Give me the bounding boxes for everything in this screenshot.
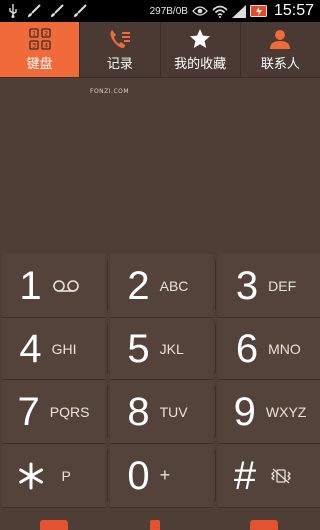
- brush-icon: [73, 4, 87, 18]
- tab-call-log-label: 记录: [106, 56, 133, 72]
- number-display[interactable]: FONZI.COM: [0, 78, 320, 254]
- key-digit: #: [233, 453, 257, 498]
- key-digit: 4: [19, 326, 42, 371]
- bottom-action-bar: [0, 510, 320, 530]
- brush-icon: [50, 4, 64, 18]
- key-letters: MNO: [268, 340, 301, 357]
- key-letters: JKL: [159, 340, 184, 357]
- asterisk-icon: [16, 461, 46, 491]
- network-speed: 297B/0B: [149, 5, 188, 17]
- svg-text:4: 4: [44, 42, 48, 49]
- key-digit: 1: [19, 263, 42, 308]
- call-log-icon: [108, 28, 132, 50]
- key-8[interactable]: 8 TUV: [110, 380, 216, 444]
- svg-text:1: 1: [32, 30, 36, 37]
- tab-favorites[interactable]: 我的收藏: [161, 22, 241, 77]
- key-digit: 2: [127, 263, 150, 308]
- key-6[interactable]: 6 MNO: [218, 318, 320, 380]
- eye-icon: [192, 5, 208, 17]
- key-5[interactable]: 5 JKL: [110, 318, 216, 380]
- key-digit: 7: [17, 389, 40, 434]
- key-4[interactable]: 4 GHI: [2, 318, 108, 380]
- vibrate-off-icon: [270, 468, 306, 484]
- brush-icon: [27, 4, 41, 18]
- key-digit: 3: [235, 263, 259, 308]
- svg-text:3: 3: [32, 42, 36, 49]
- contact-icon: [269, 28, 291, 50]
- tab-favorites-label: 我的收藏: [174, 56, 227, 72]
- key-3[interactable]: 3 DEF: [218, 254, 320, 318]
- status-bar: 297B/0B 15:57: [0, 0, 320, 22]
- clock: 15:57: [273, 2, 314, 19]
- key-2[interactable]: 2 ABC: [110, 254, 216, 318]
- key-digit: 6: [235, 326, 259, 371]
- watermark: FONZI.COM: [90, 88, 130, 95]
- left-action-button[interactable]: [40, 520, 68, 530]
- key-digit: 5: [127, 326, 150, 371]
- key-1[interactable]: 1: [2, 254, 108, 318]
- wifi-icon: [212, 5, 228, 18]
- key-digit: 0: [127, 453, 150, 498]
- tab-contacts[interactable]: 联系人: [241, 22, 320, 77]
- dial-keypad: 1 2 ABC 3 DEF 4 GHI 5 JKL 6 MNO 7 PQRS 8…: [0, 254, 320, 510]
- key-letters: DEF: [268, 277, 297, 294]
- key-letters: +: [159, 465, 171, 485]
- key-letters: TUV: [159, 403, 188, 420]
- key-7[interactable]: 7 PQRS: [2, 380, 108, 444]
- keypad-icon: 1 2 3 4: [28, 27, 51, 50]
- key-digit: 8: [127, 389, 150, 434]
- key-letters: PQRS: [49, 403, 90, 420]
- voicemail-icon: [52, 279, 88, 293]
- key-0[interactable]: 0 +: [110, 444, 216, 508]
- call-button[interactable]: [150, 520, 160, 530]
- tab-keypad-label: 键盘: [26, 56, 53, 72]
- tab-bar: 1 2 3 4 键盘 记录 我的收藏 联系人: [0, 22, 320, 78]
- tab-keypad[interactable]: 1 2 3 4 键盘: [0, 22, 81, 77]
- usb-icon: [8, 4, 18, 18]
- key-star[interactable]: P: [2, 444, 108, 508]
- key-letters: WXYZ: [265, 403, 307, 420]
- right-action-button[interactable]: [250, 520, 278, 530]
- key-letters: P: [61, 467, 71, 484]
- tab-contacts-label: 联系人: [260, 56, 300, 72]
- key-digit: 9: [233, 389, 256, 434]
- key-hash[interactable]: #: [218, 444, 320, 508]
- key-9[interactable]: 9 WXYZ: [218, 380, 320, 444]
- key-letters: GHI: [51, 340, 77, 357]
- key-letters: ABC: [159, 277, 189, 294]
- battery-charging-icon: [249, 4, 268, 18]
- tab-call-log[interactable]: 记录: [80, 22, 161, 77]
- svg-text:2: 2: [44, 30, 48, 37]
- star-icon: [189, 28, 211, 50]
- signal-icon: [231, 4, 246, 18]
